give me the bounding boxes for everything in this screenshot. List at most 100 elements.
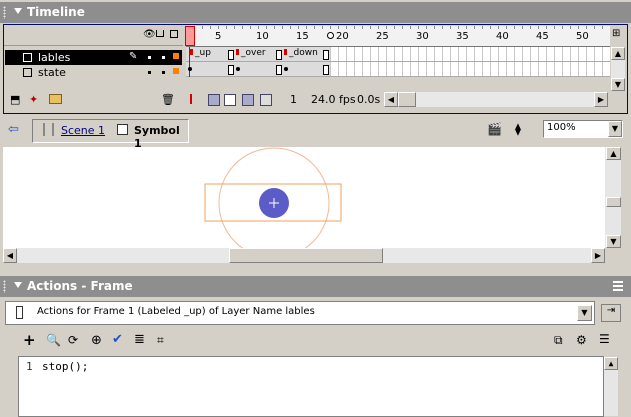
scroll-up-icon[interactable]: ▲ <box>606 147 621 160</box>
options-menu-icon[interactable] <box>613 281 623 291</box>
timeline-view-icon[interactable]: ⊞ <box>612 28 624 40</box>
code-hint-icon[interactable]: ⌗ <box>157 333 164 348</box>
chevron-down-icon[interactable]: ▼ <box>608 121 622 137</box>
layer-icon <box>23 68 32 77</box>
ruler-number: 45 <box>536 31 549 42</box>
edit-scene-icon[interactable]: 🎬 <box>487 122 502 136</box>
onion-skin-icon[interactable] <box>208 94 220 106</box>
timeline-title-bar[interactable]: Timeline <box>0 2 631 23</box>
layer-icon <box>23 53 32 62</box>
ruler-number: 35 <box>456 31 469 42</box>
edit-symbols-icon[interactable]: ⧫ <box>515 122 521 136</box>
lock-icon[interactable] <box>156 30 164 37</box>
ruler-number: 50 <box>576 31 589 42</box>
lock-dot[interactable] <box>162 71 165 74</box>
ruler-number: 20 <box>336 31 349 42</box>
keyframe[interactable] <box>284 67 288 71</box>
scroll-up-icon[interactable]: ▲ <box>611 47 625 60</box>
visibility-dot[interactable] <box>148 56 151 59</box>
frame-rate[interactable]: 24.0 fps <box>311 93 356 106</box>
frame-ruler[interactable]: 5 10 15 20 25 30 35 40 45 50 <box>185 26 610 47</box>
stage-canvas[interactable] <box>3 147 605 248</box>
debug-options-icon[interactable]: ⚙ <box>576 333 587 347</box>
actions-target-select[interactable]: Actions for Frame 1 (Labeled _up) of Lay… <box>5 301 595 325</box>
ruler-number: 30 <box>416 31 429 42</box>
collapse-arrow-icon[interactable] <box>14 282 22 288</box>
layer-name[interactable]: lables <box>38 51 70 64</box>
scroll-thumb[interactable] <box>606 197 621 207</box>
scroll-down-icon[interactable]: ▼ <box>606 235 621 248</box>
onion-skin-outlines-icon[interactable] <box>224 94 236 106</box>
zoom-value: 100% <box>547 122 576 133</box>
layer-outline-color[interactable] <box>173 53 179 59</box>
stage-horizontal-scrollbar[interactable]: ◀ ▶ <box>3 248 605 263</box>
back-arrow-icon[interactable]: ⇦ <box>8 122 19 137</box>
actions-title-bar[interactable]: Actions - Frame <box>0 276 631 297</box>
center-frame-icon[interactable] <box>190 94 192 104</box>
actions-description: Actions for Frame 1 (Labeled _up) of Lay… <box>37 306 315 317</box>
timeline-vertical-scrollbar[interactable]: ▲ ▼ <box>611 47 625 91</box>
scroll-down-icon[interactable]: ▼ <box>611 78 625 91</box>
trash-icon[interactable]: 🗑 <box>161 93 175 106</box>
ruler-number: 25 <box>376 31 389 42</box>
label-flag-icon <box>190 49 193 55</box>
visibility-dot[interactable] <box>148 71 151 74</box>
stage-vertical-scrollbar[interactable]: ▲ ▼ <box>605 147 621 248</box>
label-flag-icon <box>236 49 239 55</box>
frame-icon <box>16 306 23 319</box>
layer-row-state[interactable]: state <box>5 65 182 80</box>
scroll-up-icon[interactable]: ▲ <box>604 357 618 370</box>
scroll-left-icon[interactable]: ◀ <box>3 248 17 263</box>
scroll-right-icon[interactable]: ▶ <box>594 92 608 107</box>
scene-separator-icon <box>43 123 54 136</box>
check-syntax-icon[interactable]: ✔ <box>112 332 123 347</box>
zoom-select[interactable]: 100% ▼ <box>543 120 623 138</box>
timeline-status-bar: 1 24.0 fps 0.0s ◀ ▶ <box>186 92 610 109</box>
layer-name[interactable]: state <box>38 66 66 79</box>
edit-multiple-frames-icon[interactable] <box>242 94 254 106</box>
scene-link[interactable]: Scene 1 <box>61 124 105 137</box>
panel-grip-icon[interactable] <box>3 6 6 19</box>
view-options-icon[interactable]: ☰ <box>599 332 610 346</box>
layer-row-lables[interactable]: lables ✎ <box>5 50 182 65</box>
reference-icon[interactable]: ⧉ <box>554 333 563 348</box>
editor-vertical-scrollbar[interactable]: ▲ <box>604 357 618 416</box>
keyframe[interactable] <box>188 67 192 71</box>
pin-icon[interactable]: ⇥ <box>601 304 621 322</box>
scroll-thumb[interactable] <box>398 92 416 107</box>
add-guide-layer-icon[interactable]: ✦ <box>29 93 38 106</box>
add-layer-icon[interactable]: ⬒ <box>10 93 20 106</box>
auto-format-icon[interactable]: ≣ <box>134 332 145 347</box>
find-icon[interactable]: 🔍 <box>46 333 61 347</box>
panel-grip-icon[interactable] <box>3 280 6 293</box>
ruler-number: 10 <box>256 31 269 42</box>
keyframe[interactable] <box>236 67 240 71</box>
layer-outline-color[interactable] <box>173 68 179 74</box>
scroll-thumb[interactable] <box>229 248 383 263</box>
frame-label: _down <box>289 48 318 58</box>
current-frame: 1 <box>290 93 297 106</box>
playhead[interactable] <box>185 26 195 46</box>
replace-icon[interactable]: ⟳ <box>68 333 78 347</box>
code-line[interactable]: stop(); <box>42 360 88 373</box>
eye-icon[interactable]: 👁 <box>143 29 156 40</box>
scroll-left-icon[interactable]: ◀ <box>384 92 398 107</box>
add-statement-icon[interactable]: + <box>23 331 36 349</box>
breadcrumb: Scene 1 Symbol 1 <box>32 119 189 150</box>
ruler-number: 40 <box>496 31 509 42</box>
lock-dot[interactable] <box>162 56 165 59</box>
symbol-icon <box>117 124 128 135</box>
insert-folder-icon[interactable] <box>49 94 62 104</box>
script-editor[interactable]: 1 stop(); ▲ <box>18 356 618 417</box>
timeline-horizontal-scrollbar[interactable]: ◀ ▶ <box>384 92 608 107</box>
outline-icon[interactable] <box>170 30 178 38</box>
frame-grid[interactable]: _up _over _down <box>186 47 610 77</box>
modify-onion-markers-icon[interactable] <box>260 94 272 106</box>
chevron-down-icon[interactable]: ▼ <box>577 305 592 321</box>
insert-target-path-icon[interactable]: ⊕ <box>91 333 102 348</box>
timeline-panel: 👁 lables ✎ state 5 10 15 20 25 30 35 40 … <box>3 24 628 114</box>
edit-bar: ⇦ Scene 1 Symbol 1 🎬 ⧫ 100% ▼ <box>0 116 631 150</box>
scroll-right-icon[interactable]: ▶ <box>591 248 605 263</box>
stage-artwork <box>204 147 342 248</box>
collapse-arrow-icon[interactable] <box>14 8 22 14</box>
